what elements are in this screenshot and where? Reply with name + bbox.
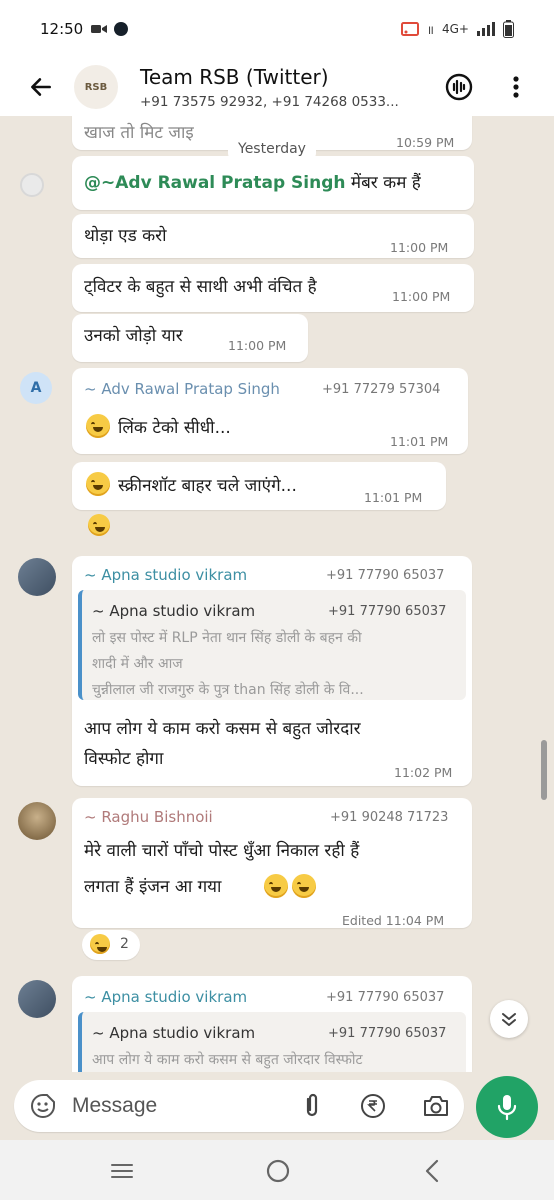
message-text-rest: मेंबर कम हैं — [350, 173, 421, 193]
select-radio[interactable] — [20, 173, 44, 197]
scroll-to-bottom-button[interactable] — [490, 1000, 528, 1038]
sender-avatar[interactable]: A — [20, 372, 52, 404]
composer-bar — [0, 1072, 554, 1140]
status-bar: 12:50 ॥ 4G+ — [0, 0, 554, 58]
status-time: 12:50 — [40, 20, 84, 38]
grinning-face-icon — [86, 414, 110, 438]
message-text: उनको जोड़ो यार — [84, 326, 183, 346]
sender-avatar[interactable] — [18, 558, 56, 596]
sender-name[interactable]: ~ Apna studio vikram — [84, 566, 247, 584]
message-text: स्क्रीनशॉट बाहर चले जाएंगे... — [118, 476, 297, 496]
sender-name[interactable]: ~ Apna studio vikram — [84, 988, 247, 1006]
system-navigation-bar — [0, 1140, 554, 1200]
record-indicator-icon — [114, 22, 129, 36]
cast-icon — [400, 22, 419, 36]
message-text: खाज तो मिट जाइ — [84, 123, 194, 143]
message-text: लिंक टेको सीधी... — [118, 418, 231, 438]
signal-icon — [477, 22, 495, 36]
voice-chat-icon[interactable] — [444, 72, 474, 102]
message-time: 11:01 PM — [364, 490, 423, 505]
message-text: मेरे वाली चारों पाँचो पोस्ट धुँआ निकाल र… — [84, 841, 360, 861]
message-text: लगता हैं इंजन आ गया — [84, 877, 222, 897]
message-time: 11:00 PM — [390, 240, 449, 255]
quote-text: आप लोग ये काम करो कसम से बहुत जोरदार विस… — [92, 1052, 363, 1068]
message-time: 11:02 PM — [394, 765, 453, 780]
scrollbar[interactable] — [541, 740, 547, 800]
network-label: 4G+ — [442, 22, 469, 36]
grinning-face-icon — [292, 874, 316, 898]
message-input[interactable] — [72, 1092, 282, 1120]
message-time: 11:00 PM — [228, 338, 287, 353]
rupee-payment-icon[interactable] — [360, 1093, 386, 1119]
sender-name[interactable]: ~ Adv Rawal Pratap Singh — [84, 380, 280, 398]
group-avatar[interactable]: RSB — [74, 65, 118, 109]
avatar-letter: A — [30, 380, 42, 396]
chat-header: RSB Team RSB (Twitter) +91 73575 92932, … — [0, 58, 554, 116]
sender-phone: +91 77790 65037 — [326, 568, 445, 583]
message-time: 10:59 PM — [396, 135, 455, 150]
voice-message-button[interactable] — [476, 1076, 538, 1138]
message-text: @~Adv Rawal Pratap Singh मेंबर कम हैं — [84, 170, 421, 193]
quote-text: लो इस पोस्ट में RLP नेता थान सिंह डोली क… — [92, 630, 362, 646]
sender-phone: +91 77790 65037 — [326, 990, 445, 1005]
quote-text: शादी में और आज — [92, 656, 183, 672]
group-title: Team RSB (Twitter) — [140, 64, 329, 89]
header-info[interactable]: Team RSB (Twitter) +91 73575 92932, +91 … — [140, 65, 440, 110]
reaction-emoji-icon — [90, 934, 110, 954]
reaction-emoji-icon[interactable] — [88, 514, 110, 536]
quote-sender: ~ Apna studio vikram — [92, 602, 256, 620]
camera-icon[interactable] — [422, 1093, 450, 1119]
reaction-count: 2 — [120, 936, 129, 952]
recent-apps-icon[interactable] — [110, 1162, 134, 1180]
grinning-face-icon — [86, 472, 110, 496]
message-text: विस्फोट होगा — [84, 749, 164, 769]
sender-phone: +91 90248 71723 — [330, 810, 449, 825]
quote-phone: +91 77790 65037 — [328, 604, 447, 619]
sticker-icon[interactable] — [30, 1093, 56, 1119]
double-chevron-down-icon — [502, 1013, 516, 1026]
message-text: आप लोग ये काम करो कसम से बहुत जोरदार — [84, 719, 361, 739]
attach-icon[interactable] — [300, 1093, 324, 1119]
grinning-face-icon — [264, 874, 288, 898]
sender-phone: +91 77279 57304 — [322, 382, 441, 397]
message-input-pill — [14, 1080, 464, 1132]
sim-icon: ॥ — [426, 22, 434, 37]
quote-phone: +91 77790 65037 — [328, 1026, 447, 1041]
sender-avatar[interactable] — [18, 802, 56, 840]
video-camera-icon — [91, 25, 108, 33]
message-time: Edited 11:04 PM — [342, 913, 445, 928]
quote-text: चुन्नीलाल जी राजगुरु के पुत्र than सिंह … — [92, 682, 364, 698]
group-members: +91 73575 92932, +91 74268 0533... — [140, 93, 399, 110]
back-icon[interactable] — [424, 1159, 440, 1183]
battery-icon — [503, 20, 514, 38]
mention-link[interactable]: @~Adv Rawal Pratap Singh — [84, 173, 346, 193]
sender-avatar[interactable] — [18, 980, 56, 1018]
back-arrow-icon[interactable] — [28, 74, 54, 100]
more-options-icon[interactable] — [506, 72, 526, 102]
message-text: थोड़ा एड करो — [84, 226, 167, 246]
quote-sender: ~ Apna studio vikram — [92, 1024, 256, 1042]
group-avatar-text: RSB — [84, 81, 108, 93]
sender-name[interactable]: ~ Raghu Bishnoii — [84, 808, 213, 826]
home-icon[interactable] — [266, 1159, 290, 1183]
message-list[interactable]: खाज तो मिट जाइ Yesterday 10:59 PM @~Adv … — [0, 116, 554, 1072]
message-time: 11:00 PM — [392, 289, 451, 304]
microphone-icon — [497, 1095, 517, 1121]
message-text: ट्विटर के बहुत से साथी अभी वंचित है — [84, 277, 317, 297]
message-time: 11:01 PM — [390, 434, 449, 449]
